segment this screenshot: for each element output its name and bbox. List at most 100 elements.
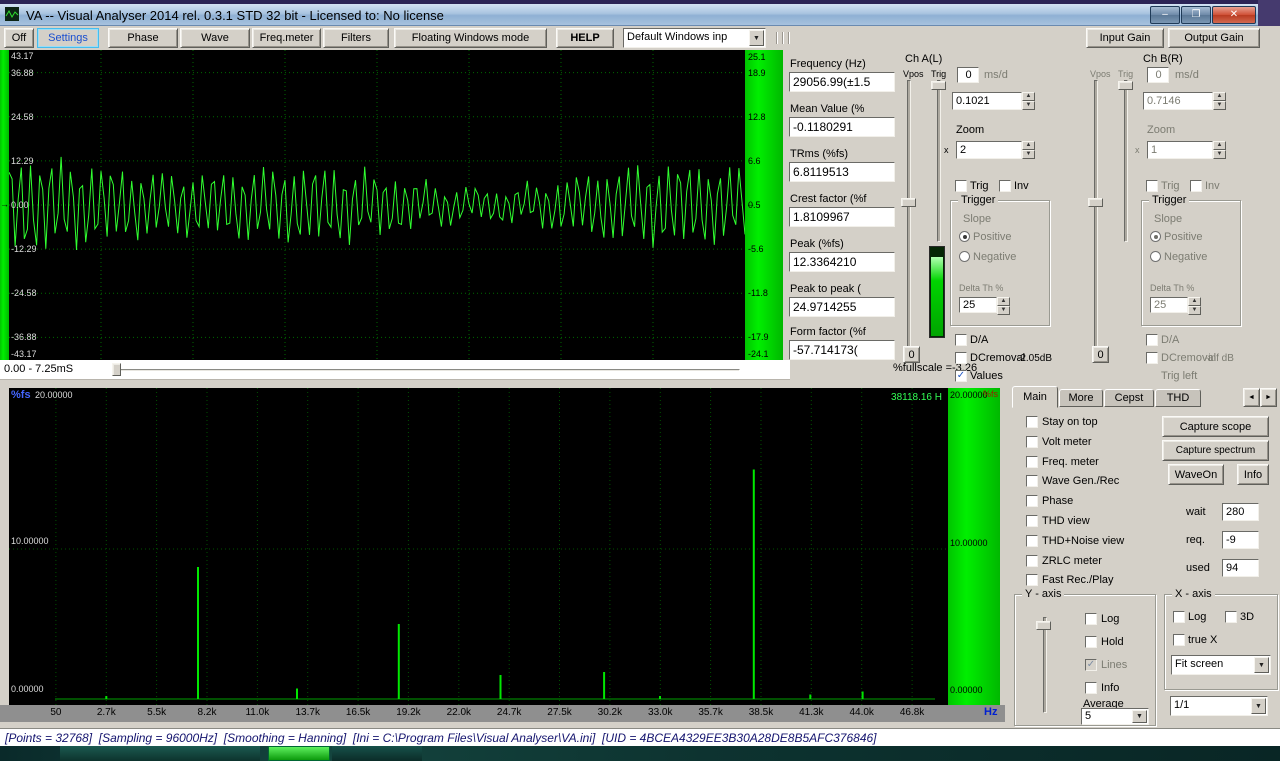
lines-checkbox[interactable]: ✓ [1085, 659, 1097, 671]
input-device-dropdown[interactable]: Default Windows inp ▼ [623, 28, 766, 48]
values-checkbox[interactable]: ✓ [955, 370, 967, 382]
trig-slider-track[interactable] [1124, 80, 1128, 242]
zoom-field[interactable]: 1 [1147, 141, 1213, 159]
spin-down-icon[interactable]: ▼ [1022, 101, 1035, 110]
tab-scroll-left-button[interactable]: ◄ [1243, 388, 1260, 407]
option-checkbox-zrlc-meter[interactable] [1026, 555, 1038, 567]
option-checkbox-thd-view[interactable] [1026, 515, 1038, 527]
inv-checkbox[interactable] [999, 180, 1011, 192]
vpos-slider-thumb[interactable] [901, 198, 916, 207]
delta-th-spinner[interactable]: ▲ ▼ [1188, 297, 1201, 315]
inv-checkbox[interactable] [1190, 180, 1202, 192]
msd-spinner[interactable]: ▲ ▼ [1022, 92, 1035, 110]
spin-down-icon[interactable]: ▼ [1213, 101, 1226, 110]
trig-slider-track[interactable] [937, 80, 941, 242]
minimize-button[interactable]: – [1150, 6, 1180, 24]
vpos-slider-track[interactable] [907, 80, 911, 352]
fit-screen-dropdown[interactable]: Fit screen ▼ [1171, 655, 1271, 675]
spin-down-icon[interactable]: ▼ [1188, 306, 1201, 315]
slope-negative-radio[interactable] [1150, 251, 1161, 262]
spin-down-icon[interactable]: ▼ [1022, 150, 1035, 159]
offset-field[interactable]: 0 [957, 67, 979, 83]
spin-up-icon[interactable]: ▲ [1213, 141, 1226, 150]
tab-main[interactable]: Main [1012, 386, 1058, 408]
option-checkbox-wave-gen-rec[interactable] [1026, 475, 1038, 487]
ratio-dropdown[interactable]: 1/1 ▼ [1170, 696, 1268, 716]
trig-checkbox[interactable] [1146, 180, 1158, 192]
truex-checkbox[interactable] [1173, 634, 1185, 646]
zoom-field[interactable]: 2 [956, 141, 1022, 159]
y-info-checkbox[interactable] [1085, 682, 1097, 694]
y-scale-slider-track[interactable] [1043, 617, 1047, 713]
delta-th-spinner[interactable]: ▲ ▼ [997, 297, 1010, 315]
msd-field[interactable]: 0.7146 [1143, 92, 1213, 110]
y-scale-slider-thumb[interactable] [1036, 621, 1051, 630]
wave-button[interactable]: Wave [180, 28, 250, 48]
average-dropdown[interactable]: 5 ▼ [1081, 708, 1149, 725]
tab-more[interactable]: More [1059, 389, 1103, 407]
dcremoval-checkbox[interactable] [1146, 352, 1158, 364]
hold-checkbox[interactable] [1085, 636, 1097, 648]
y-log-checkbox[interactable] [1085, 613, 1097, 625]
help-button[interactable]: HELP [556, 28, 614, 48]
taskbar-segment[interactable] [332, 746, 422, 761]
da-checkbox[interactable] [955, 334, 967, 346]
info-button[interactable]: Info [1237, 464, 1269, 485]
x-log-checkbox[interactable] [1173, 611, 1185, 623]
input-gain-button[interactable]: Input Gain [1086, 28, 1164, 48]
option-checkbox-thd-noise-view[interactable] [1026, 535, 1038, 547]
spin-up-icon[interactable]: ▲ [1022, 141, 1035, 150]
spin-up-icon[interactable]: ▲ [1213, 92, 1226, 101]
slope-positive-radio[interactable] [1150, 231, 1161, 242]
dropdown-arrow-icon[interactable]: ▼ [1251, 698, 1266, 714]
taskbar-app-button[interactable] [268, 746, 330, 761]
floating-windows-button[interactable]: Floating Windows mode [394, 28, 547, 48]
slope-positive-radio[interactable] [959, 231, 970, 242]
scope-scroll-handle[interactable] [112, 363, 121, 376]
threed-checkbox[interactable] [1225, 611, 1237, 623]
zoom-spinner[interactable]: ▲ ▼ [1213, 141, 1226, 159]
tab-cepst[interactable]: Cepst [1104, 389, 1154, 407]
option-checkbox-volt-meter[interactable] [1026, 436, 1038, 448]
scope-scroll-track[interactable] [112, 369, 740, 372]
wave-on-button[interactable]: WaveOn [1168, 464, 1224, 485]
vpos-slider-thumb[interactable] [1088, 198, 1103, 207]
zoom-spinner[interactable]: ▲ ▼ [1022, 141, 1035, 159]
option-checkbox-stay-on-top[interactable] [1026, 416, 1038, 428]
vpos-zero-button[interactable]: 0 [903, 346, 920, 363]
option-checkbox-freq-meter[interactable] [1026, 456, 1038, 468]
spin-down-icon[interactable]: ▼ [997, 306, 1010, 315]
trig-checkbox[interactable] [955, 180, 967, 192]
delta-th-field[interactable]: 25 [959, 297, 997, 313]
maximize-button[interactable]: ❐ [1181, 6, 1211, 24]
capture-spectrum-button[interactable]: Capture spectrum [1162, 440, 1269, 461]
dropdown-arrow-icon[interactable]: ▼ [749, 30, 764, 46]
trig-slider-thumb[interactable] [931, 81, 946, 90]
req-field[interactable]: -9 [1222, 531, 1259, 549]
spin-down-icon[interactable]: ▼ [1213, 150, 1226, 159]
wait-field[interactable]: 280 [1222, 503, 1259, 521]
dcremoval-checkbox[interactable] [955, 352, 967, 364]
tab-thd[interactable]: THD [1155, 389, 1201, 407]
offset-field[interactable]: 0 [1147, 67, 1169, 83]
settings-button[interactable]: Settings [37, 28, 99, 48]
da-checkbox[interactable] [1146, 334, 1158, 346]
titlebar[interactable]: VA -- Visual Analyser 2014 rel. 0.3.1 ST… [0, 4, 1280, 26]
spin-up-icon[interactable]: ▲ [997, 297, 1010, 306]
dropdown-arrow-icon[interactable]: ▼ [1254, 657, 1269, 673]
delta-th-field[interactable]: 25 [1150, 297, 1188, 313]
msd-spinner[interactable]: ▲ ▼ [1213, 92, 1226, 110]
taskbar[interactable] [0, 746, 1280, 761]
tab-scroll-right-button[interactable]: ► [1260, 388, 1277, 407]
option-checkbox-fast-rec-play[interactable] [1026, 574, 1038, 586]
vpos-slider-track[interactable] [1094, 80, 1098, 352]
phase-button[interactable]: Phase [108, 28, 178, 48]
off-button[interactable]: Off [4, 28, 34, 48]
spin-up-icon[interactable]: ▲ [1188, 297, 1201, 306]
freq-meter-button[interactable]: Freq.meter [252, 28, 321, 48]
msd-field[interactable]: 0.1021 [952, 92, 1022, 110]
taskbar-segment[interactable] [60, 746, 260, 761]
slope-negative-radio[interactable] [959, 251, 970, 262]
used-field[interactable]: 94 [1222, 559, 1259, 577]
trig-slider-thumb[interactable] [1118, 81, 1133, 90]
